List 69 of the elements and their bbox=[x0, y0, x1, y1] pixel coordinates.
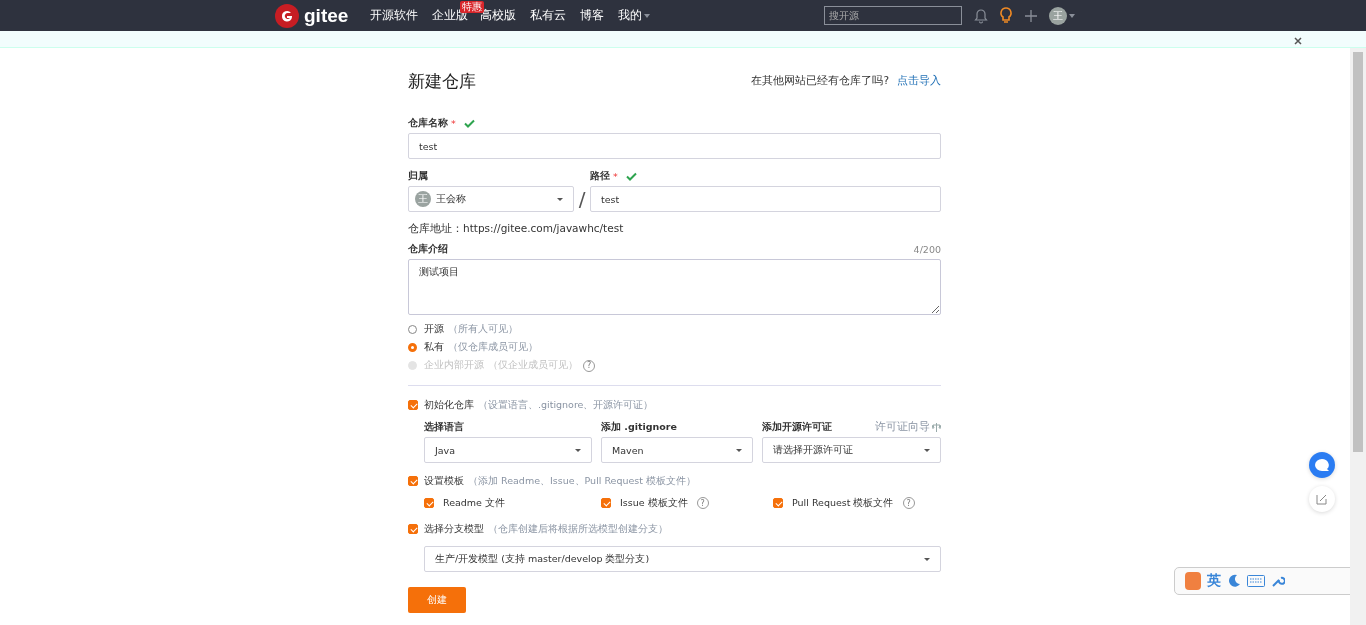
option-hint: （设置语言、.gitignore、开源许可证） bbox=[478, 398, 654, 412]
radio-label: 私有 bbox=[424, 341, 444, 354]
checkbox[interactable] bbox=[601, 498, 611, 508]
ime-mode-toggle[interactable]: 英 bbox=[1207, 572, 1221, 590]
caret-icon bbox=[736, 448, 742, 452]
checkbox[interactable] bbox=[408, 400, 418, 410]
checkbox[interactable] bbox=[408, 476, 418, 486]
field-label: 归属 bbox=[408, 169, 428, 183]
nav-link[interactable]: 开源软件 bbox=[370, 7, 419, 24]
chat-icon[interactable] bbox=[1309, 452, 1335, 478]
checkbox-label: 设置模板 bbox=[424, 474, 464, 488]
checkbox-label: 选择分支模型 bbox=[424, 522, 484, 536]
field-label: 添加 .gitignore bbox=[601, 420, 677, 434]
char-counter: 4/200 bbox=[913, 243, 941, 255]
import-prompt: 在其他网站已经有仓库了吗? bbox=[751, 74, 889, 88]
dropdown-select[interactable]: Java bbox=[424, 437, 592, 463]
field-label: 路径 bbox=[590, 169, 610, 183]
required-mark: * bbox=[451, 117, 456, 129]
radio-label: 开源 bbox=[424, 323, 444, 336]
option-hint: （添加 Readme、Issue、Pull Request 模板文件） bbox=[468, 474, 697, 488]
keyboard-icon[interactable] bbox=[1247, 575, 1265, 587]
checkbox-label: Pull Request 模板文件 bbox=[792, 496, 894, 510]
path-field[interactable]: test bbox=[590, 186, 941, 212]
checkbox[interactable] bbox=[424, 498, 434, 508]
plus-icon[interactable] bbox=[1024, 8, 1038, 23]
dropdown-select[interactable]: 请选择开源许可证 bbox=[762, 437, 941, 463]
field-label: 仓库介绍 bbox=[408, 242, 448, 256]
slash-separator: / bbox=[577, 186, 587, 212]
caret-icon bbox=[557, 197, 563, 201]
option-hint: （所有人可见） bbox=[448, 323, 518, 336]
radio-button[interactable] bbox=[408, 343, 417, 352]
scale-icon bbox=[932, 422, 941, 432]
repo-url-text: 仓库地址：https://gitee.com/javawhc/test bbox=[408, 222, 625, 236]
required-mark: * bbox=[613, 170, 618, 182]
option-hint: （仓库创建后将根据所选模型创建分支） bbox=[488, 522, 668, 536]
description-field[interactable]: 测试项目 bbox=[408, 259, 941, 315]
checkbox-label: Issue 模板文件 bbox=[620, 496, 688, 510]
ime-logo-icon[interactable] bbox=[1185, 572, 1201, 590]
nav-link[interactable]: 博客 bbox=[580, 7, 605, 24]
branch-model-select[interactable]: 生产/开发模型 (支持 master/develop 类型分支) bbox=[424, 546, 941, 572]
field-label: 添加开源许可证 bbox=[762, 420, 832, 434]
caret-icon bbox=[575, 448, 581, 452]
logo-icon[interactable] bbox=[275, 3, 299, 28]
caret-icon bbox=[924, 557, 930, 561]
moon-icon[interactable] bbox=[1227, 574, 1241, 588]
field-label: 选择语言 bbox=[424, 420, 464, 434]
checkbox[interactable] bbox=[408, 524, 418, 534]
owner-select[interactable]: 王 王会称 bbox=[408, 186, 574, 212]
page-title: 新建仓库 bbox=[408, 69, 476, 93]
option-hint: （仅仓库成员可见） bbox=[448, 341, 538, 354]
logo-text[interactable]: gitee bbox=[304, 4, 349, 27]
import-link[interactable]: 点击导入 bbox=[897, 74, 941, 88]
repo-name-field[interactable]: test bbox=[408, 133, 941, 159]
dropdown-select[interactable]: Maven bbox=[601, 437, 753, 463]
caret-icon bbox=[924, 448, 930, 452]
checkbox[interactable] bbox=[773, 498, 783, 508]
lightbulb-icon[interactable] bbox=[999, 6, 1013, 25]
checkbox-label: Readme 文件 bbox=[443, 496, 505, 510]
edit-icon[interactable] bbox=[1309, 486, 1335, 512]
nav-link[interactable]: 我的 bbox=[618, 7, 651, 24]
checkbox-label: 初始化仓库 bbox=[424, 398, 474, 412]
field-label: 仓库名称 bbox=[408, 116, 448, 130]
caret-icon[interactable] bbox=[1069, 13, 1075, 18]
scrollbar[interactable] bbox=[1350, 48, 1366, 625]
search-field[interactable]: 搜开源 bbox=[824, 6, 962, 25]
nav-link[interactable]: 私有云 bbox=[530, 7, 567, 24]
radio-button[interactable] bbox=[408, 325, 417, 334]
bell-icon[interactable] bbox=[974, 7, 988, 24]
user-avatar: 王 bbox=[415, 191, 431, 207]
